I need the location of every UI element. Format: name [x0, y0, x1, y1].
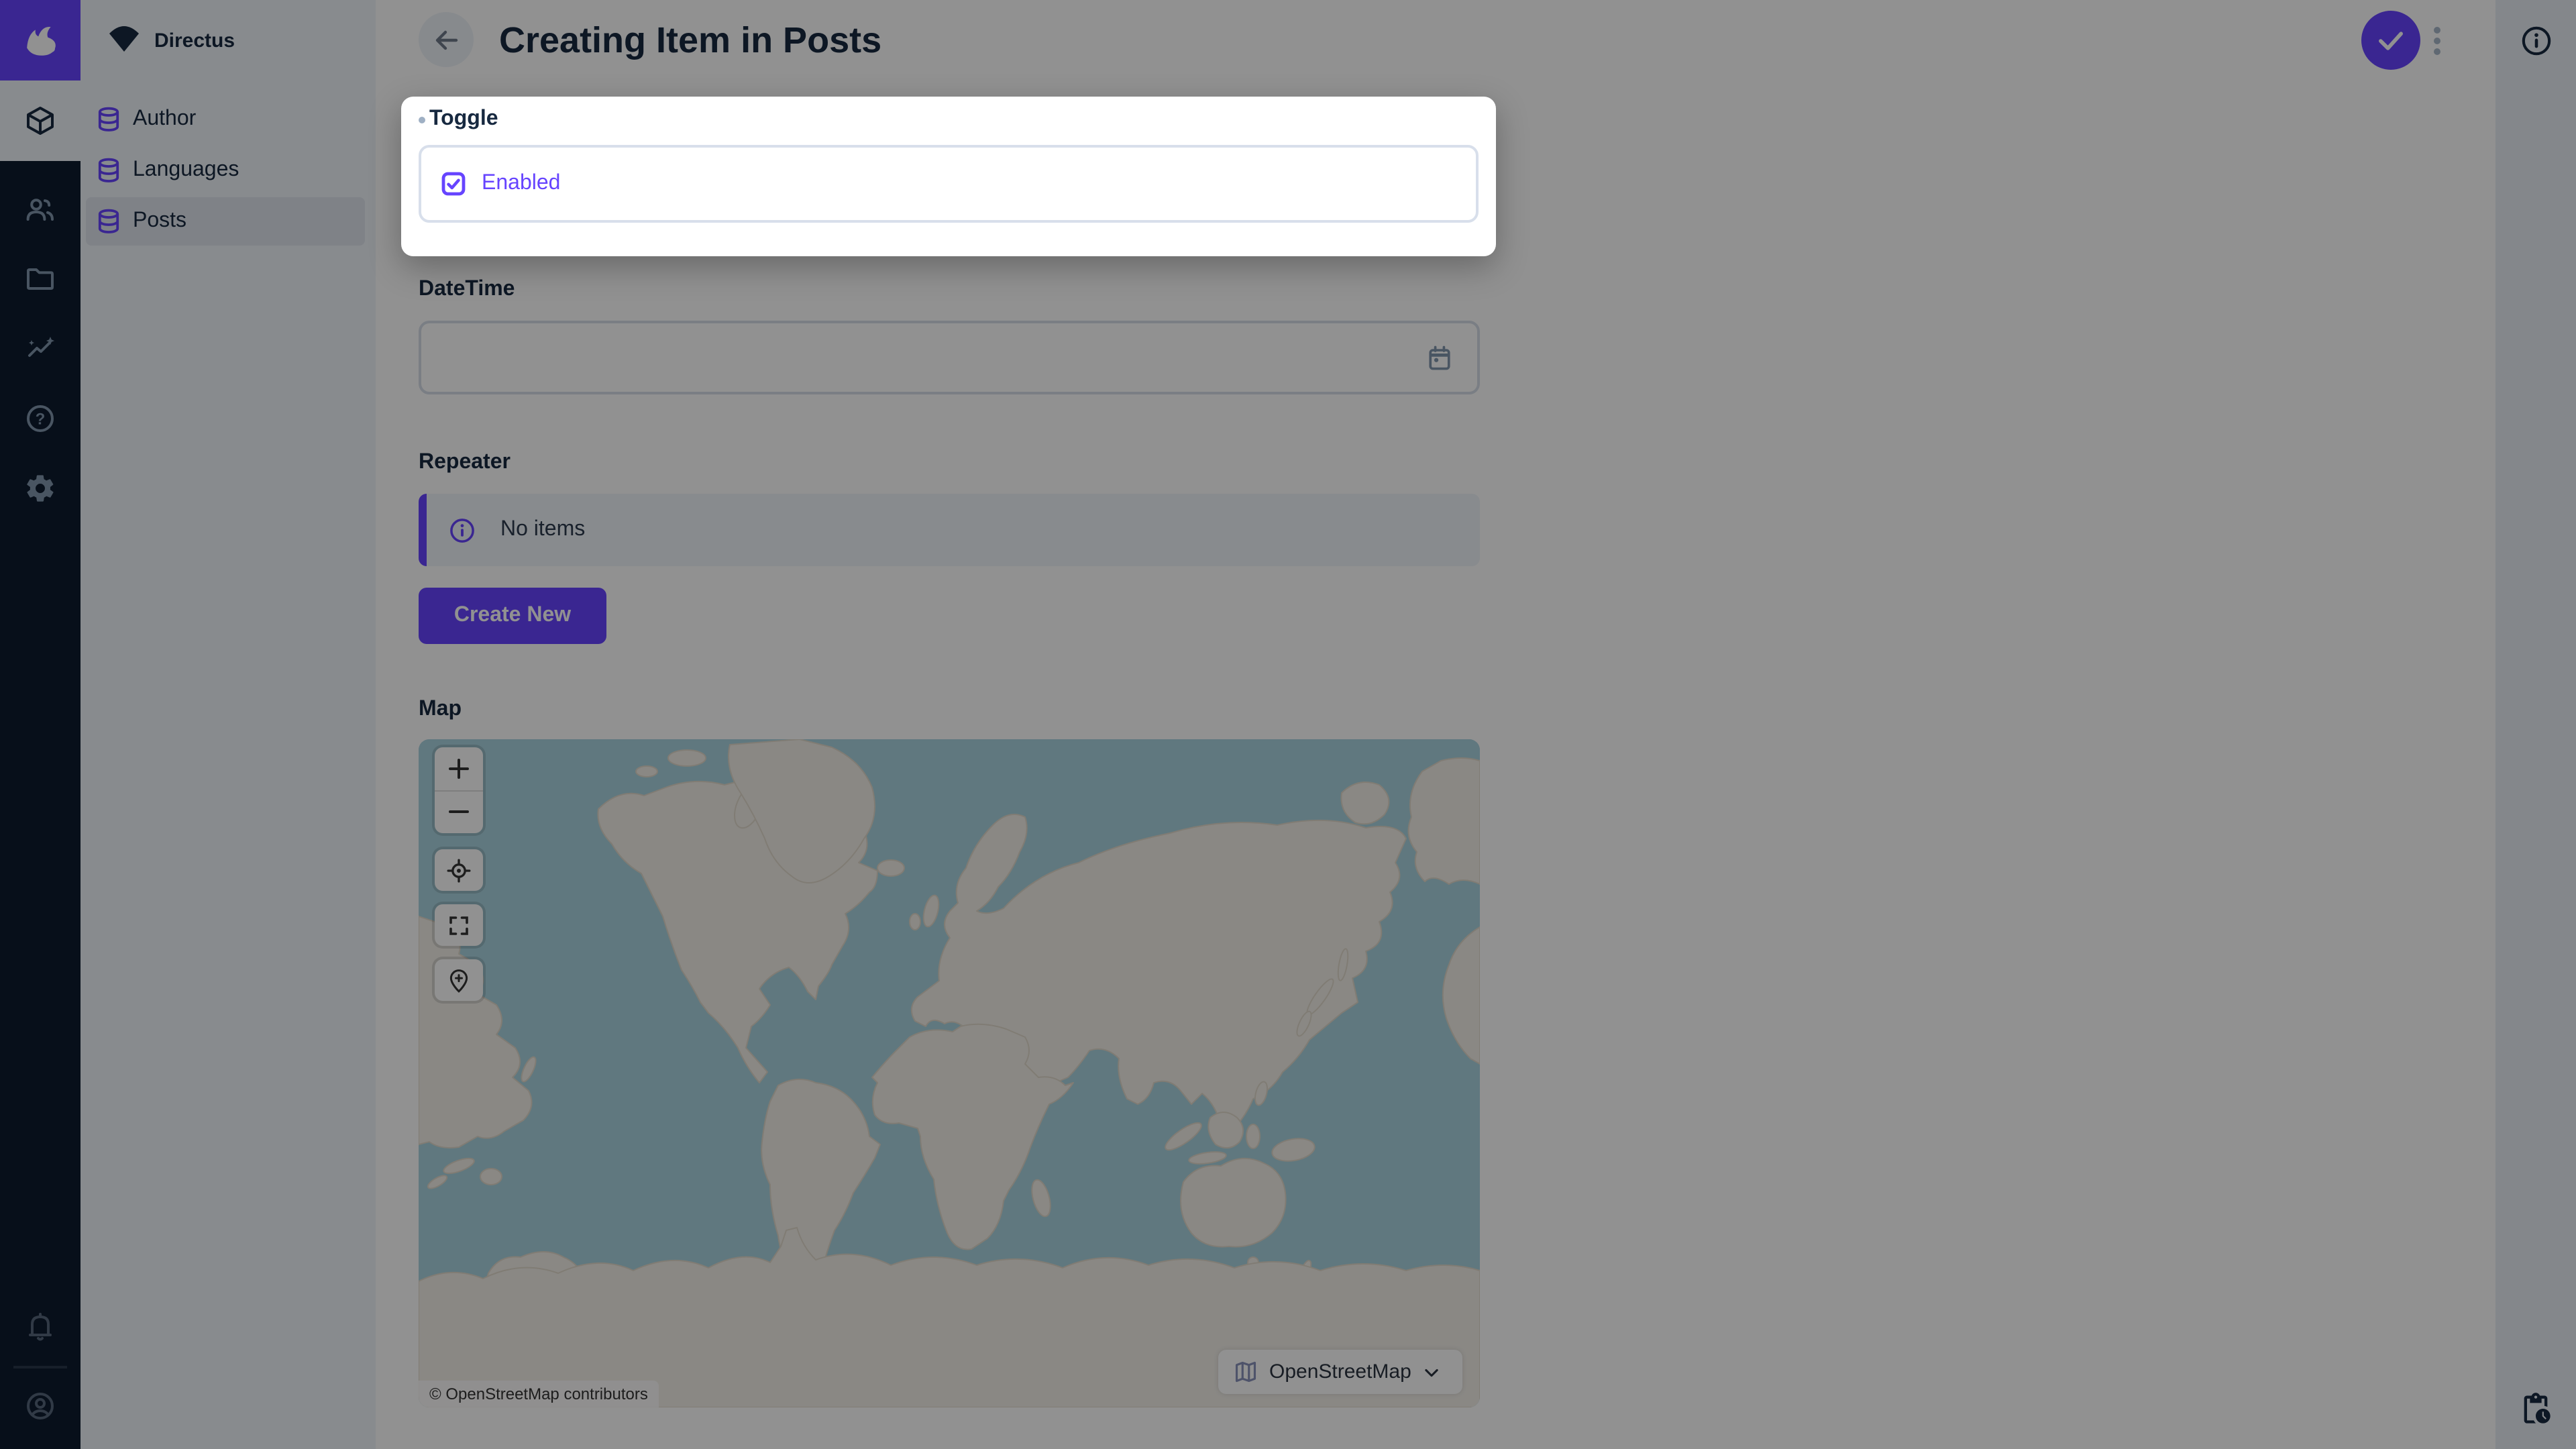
- toggle-input[interactable]: Enabled: [419, 145, 1479, 223]
- toggle-field-label: Toggle: [429, 107, 498, 131]
- tour-spotlight-toggle-field: Toggle Enabled: [401, 97, 1496, 256]
- field-edited-dot: [419, 116, 425, 123]
- directus-app: ? Directus Autho: [0, 0, 2576, 1449]
- toggle-field-label-row: Toggle: [419, 107, 498, 131]
- toggle-checkbox-label[interactable]: Enabled: [482, 172, 560, 196]
- checkbox-checked-icon[interactable]: [441, 172, 466, 196]
